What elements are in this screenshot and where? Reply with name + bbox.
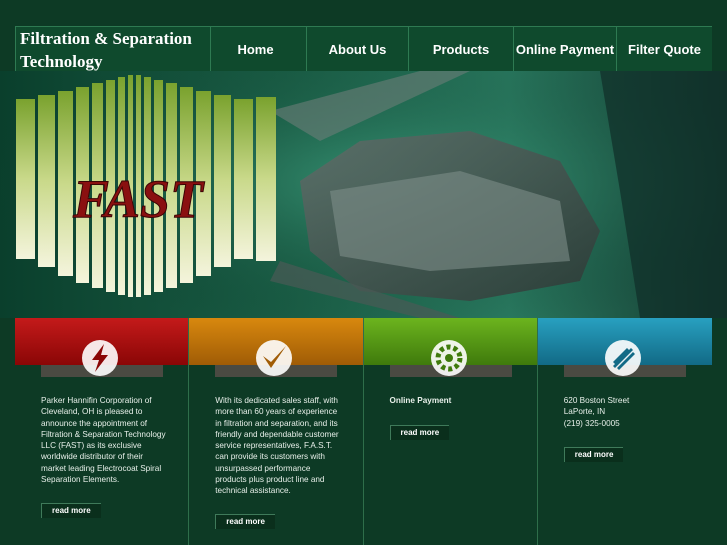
contact-phone: (219) 325-0005 [563,418,620,428]
main-nav: Home About Us Products Online Payment Fi… [205,27,712,71]
nav-home[interactable]: Home [205,27,307,71]
site-brand[interactable]: Filtration & Separation Technology [15,27,211,71]
lightning-icon [82,340,118,376]
panel-announcement: Parker Hannifin Corporation of Cleveland… [15,318,190,545]
brand-line-2: Technology [20,52,103,71]
panel-text: Parker Hannifin Corporation of Cleveland… [41,396,166,485]
nav-online-payment[interactable]: Online Payment [514,27,617,71]
panel-title: Online Payment [389,396,452,405]
header: Filtration & Separation Technology Home … [15,26,712,72]
read-more-button[interactable]: read more [563,447,624,462]
building-icon [604,340,641,376]
nav-about-us[interactable]: About Us [307,27,409,71]
contact-address-1: 620 Boston Street [563,396,630,405]
panel-text: With its dedicated sales staff, with mor… [215,396,339,496]
panel-online-payment: Online Payment read more [363,318,538,545]
nav-filter-quote[interactable]: Filter Quote [617,27,712,71]
feature-panels: Parker Hannifin Corporation of Cleveland… [15,318,712,545]
read-more-button[interactable]: read more [389,425,450,440]
nav-products[interactable]: Products [409,27,514,71]
read-more-button[interactable]: read more [41,503,101,518]
checkmark-icon [256,340,293,376]
contact-address-2: LaPorte, IN [563,407,606,417]
read-more-button[interactable]: read more [215,514,275,529]
panel-contact: 620 Boston Street LaPorte, IN (219) 325-… [537,318,712,545]
hero-banner: FAST [0,71,727,318]
panel-about: With its dedicated sales staff, with mor… [189,318,364,545]
hero-image: FAST [0,71,727,318]
fast-logo-text: FAST [72,169,205,229]
brand-line-1: Filtration & Separation [20,29,192,48]
contact-info: 620 Boston Street LaPorte, IN (219) 325-… [564,395,689,429]
gear-icon [430,340,467,376]
